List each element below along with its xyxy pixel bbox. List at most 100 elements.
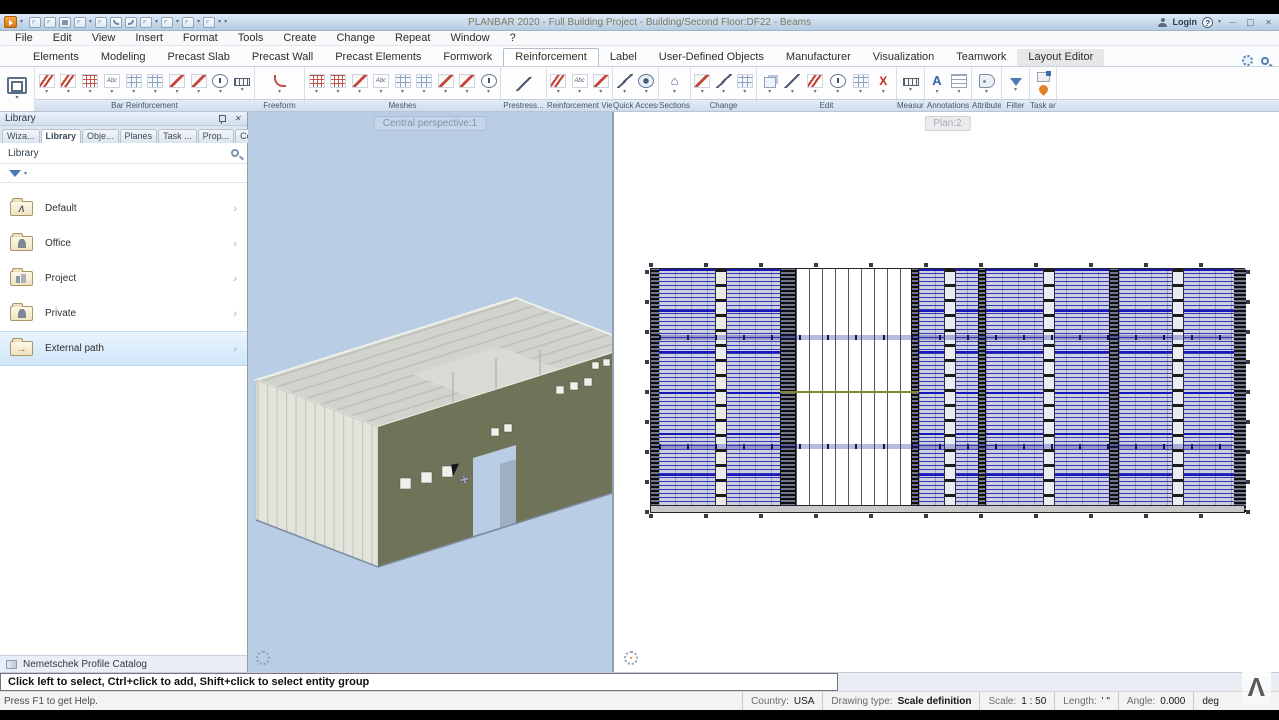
group-label[interactable]: Quick Access — [613, 99, 658, 111]
group-label[interactable]: Attributes — [972, 99, 1001, 111]
scale-field[interactable]: Scale: 1 : 50 — [979, 692, 1054, 710]
group-label[interactable]: Annotations — [925, 99, 971, 111]
match-properties-icon[interactable] — [714, 74, 734, 95]
rebar-ruler-icon[interactable] — [232, 75, 252, 93]
tab-objects[interactable]: Obje... — [82, 129, 119, 143]
menu-insert[interactable]: Insert — [125, 32, 173, 44]
menu-edit[interactable]: Edit — [43, 32, 82, 44]
menu-help[interactable]: ? — [500, 32, 526, 44]
library-item-external-path[interactable]: External path — [0, 331, 247, 366]
tab-reinforcement[interactable]: Reinforcement — [503, 48, 599, 66]
length-field[interactable]: Length: ' " — [1054, 692, 1118, 710]
tab-manufacturer[interactable]: Manufacturer — [775, 49, 862, 66]
task-flag-icon[interactable] — [1033, 84, 1053, 96]
rebar-place-icon[interactable] — [37, 74, 57, 95]
menu-change[interactable]: Change — [326, 32, 385, 44]
filter-funnel-icon[interactable] — [9, 170, 21, 177]
floor-plan-drawing[interactable] — [650, 268, 1245, 513]
mesh-schema-icon[interactable] — [393, 74, 413, 95]
reinf-view-icon[interactable] — [548, 74, 568, 95]
tab-task[interactable]: Task ... — [158, 129, 197, 143]
stretch-icon[interactable] — [851, 74, 871, 95]
group-label[interactable]: Reinforcement Views — [547, 99, 612, 111]
move-icon[interactable] — [782, 74, 802, 95]
tools-caret-icon[interactable]: ▾ — [218, 17, 221, 27]
viewport-perspective[interactable]: Central perspective:1 — [248, 112, 614, 672]
group-label[interactable]: Task ar... — [1030, 99, 1056, 111]
tab-precast-wall[interactable]: Precast Wall — [241, 49, 324, 66]
navigation-wheel-icon[interactable] — [256, 651, 270, 665]
tab-formwork[interactable]: Formwork — [432, 49, 503, 66]
menu-window[interactable]: Window — [440, 32, 499, 44]
help-caret-icon[interactable]: ▾ — [1218, 17, 1221, 27]
redo-icon[interactable] — [125, 17, 137, 28]
library-item-project[interactable]: Project — [0, 261, 247, 296]
render-view-icon[interactable] — [161, 17, 173, 28]
filter-funnel-icon[interactable] — [1006, 76, 1026, 93]
tab-wizard[interactable]: Wiza... — [2, 129, 40, 143]
rebar-edit-icon[interactable] — [167, 74, 187, 95]
angle-unit-field[interactable]: deg — [1193, 692, 1227, 710]
menu-create[interactable]: Create — [273, 32, 326, 44]
search-icon[interactable] — [1261, 57, 1269, 65]
stirrup-grid-icon[interactable] — [80, 74, 100, 95]
prestress-strand-icon[interactable] — [514, 77, 534, 91]
open-project-icon[interactable] — [29, 17, 41, 28]
tab-user-defined-objects[interactable]: User-Defined Objects — [648, 49, 775, 66]
chevron-right-icon[interactable] — [233, 308, 237, 320]
tab-teamwork[interactable]: Teamwork — [945, 49, 1017, 66]
rebar-label-icon[interactable] — [102, 74, 122, 95]
refresh-icon[interactable] — [140, 17, 152, 28]
task-board-icon[interactable] — [1033, 72, 1053, 82]
chevron-right-icon[interactable] — [233, 238, 237, 250]
tab-modeling[interactable]: Modeling — [90, 49, 157, 66]
tab-layout-editor[interactable]: Layout Editor — [1017, 49, 1104, 66]
tab-properties[interactable]: Prop... — [198, 129, 235, 143]
project-structure-icon[interactable] — [44, 17, 56, 28]
label-block-icon[interactable] — [949, 74, 969, 95]
user-icon[interactable] — [1158, 18, 1167, 27]
edit-caret-icon[interactable]: ▾ — [89, 17, 92, 27]
delete-icon[interactable] — [873, 74, 893, 95]
library-search-icon[interactable] — [231, 149, 239, 157]
create-section-icon[interactable] — [665, 74, 685, 95]
library-item-office[interactable]: Office — [0, 226, 247, 261]
group-label[interactable]: Measure — [897, 99, 924, 111]
reinf-section-icon[interactable] — [570, 74, 590, 95]
group-label[interactable]: Change — [691, 99, 756, 111]
app-menu-button[interactable] — [4, 16, 17, 28]
mesh-span-icon[interactable] — [328, 74, 348, 95]
library-item-private[interactable]: Private — [0, 296, 247, 331]
tab-label[interactable]: Label — [599, 49, 648, 66]
edit-pencil-icon[interactable] — [692, 74, 712, 95]
layout-caret-icon[interactable]: ▾ — [197, 17, 200, 27]
mirror-icon[interactable] — [805, 74, 825, 95]
group-label[interactable]: Edit — [757, 99, 896, 111]
help-icon[interactable] — [1202, 17, 1213, 28]
group-label[interactable]: Freeform — [255, 99, 304, 111]
maximize-button[interactable] — [1244, 15, 1257, 29]
rebar-list-icon[interactable] — [145, 74, 165, 95]
undo-icon[interactable] — [110, 17, 122, 28]
navigation-wheel-icon[interactable] — [624, 651, 638, 665]
mesh-cut-icon[interactable] — [350, 74, 370, 95]
mesh-modify-icon[interactable] — [457, 74, 477, 95]
customize-toolbar-icon[interactable]: ▾ — [224, 17, 227, 27]
viewport-perspective-label[interactable]: Central perspective:1 — [374, 116, 487, 131]
mesh-label-icon[interactable] — [371, 74, 391, 95]
tab-visualization[interactable]: Visualization — [862, 49, 946, 66]
visibility-icon[interactable] — [636, 74, 656, 95]
tab-precast-slab[interactable]: Precast Slab — [157, 49, 241, 66]
library-item-default[interactable]: Default — [0, 191, 247, 226]
login-button[interactable]: Login — [1172, 17, 1197, 27]
attributes-tag-icon[interactable] — [977, 74, 997, 95]
mesh-status-icon[interactable] — [479, 74, 499, 95]
close-icon[interactable] — [233, 114, 242, 123]
group-label[interactable]: Bar Reinforcement — [35, 99, 254, 111]
transfer-icon[interactable] — [735, 74, 755, 95]
mesh-edit-icon[interactable] — [436, 74, 456, 95]
rotate-icon[interactable] — [828, 74, 848, 95]
app-menu-caret-icon[interactable]: ▾ — [20, 17, 23, 27]
reinf-associative-icon[interactable] — [591, 74, 611, 95]
chevron-right-icon[interactable] — [233, 203, 237, 215]
